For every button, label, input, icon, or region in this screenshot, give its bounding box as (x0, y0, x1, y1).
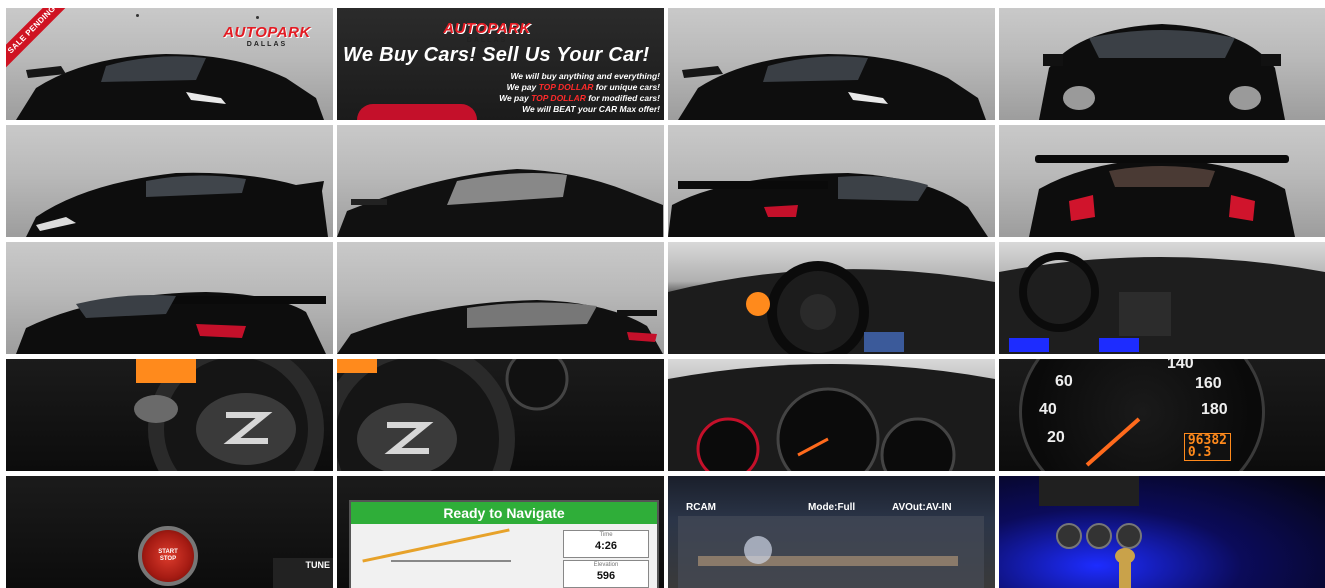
gallery-photo-10[interactable] (337, 242, 664, 354)
steering-wheel-image (337, 359, 569, 471)
gallery-photo-15[interactable] (668, 359, 995, 471)
photo-gallery: SALE PENDING AUTOPARK DALLAS AUTOPARK DA… (6, 8, 1325, 588)
start-stop-button-image: START STOP (138, 526, 198, 586)
nav-time-box: Time 4:26 (563, 530, 649, 558)
gallery-photo-11[interactable] (668, 242, 995, 354)
rear-camera-view-image (678, 516, 984, 588)
needle-icon (1085, 417, 1141, 467)
car-front-image (1039, 24, 1285, 120)
gallery-photo-7[interactable] (668, 125, 995, 237)
gallery-photo-18[interactable]: Ready to Navigate Time 4:26 Elevation 59… (337, 476, 664, 588)
car-rear-quarter-image (16, 292, 326, 354)
dashboard-image (999, 252, 1325, 354)
red-car-image (357, 104, 477, 120)
gallery-photo-17[interactable]: START STOP TUNE (6, 476, 333, 588)
nav-banner: Ready to Navigate (351, 502, 657, 524)
car-side-image (26, 172, 328, 237)
gauge-cluster-image (668, 364, 995, 471)
center-console-image (1039, 476, 1142, 588)
odometer-display: 96382 0.3 (1183, 433, 1231, 461)
ad-copy: We will buy anything and everything! We … (499, 71, 660, 114)
car-rear-quarter-image (668, 173, 988, 237)
car-front-quarter-image (678, 54, 986, 120)
gallery-photo-5[interactable] (6, 125, 333, 237)
car-rear-image (1029, 155, 1295, 237)
gallery-photo-9[interactable] (6, 242, 333, 354)
gallery-photo-4[interactable] (999, 8, 1325, 120)
gallery-photo-6[interactable] (337, 125, 664, 237)
gallery-photo-12[interactable] (999, 242, 1325, 354)
autopark-logo: AUTOPARK DALLAS (223, 24, 311, 48)
gallery-photo-3[interactable] (668, 8, 995, 120)
gallery-photo-20[interactable] (999, 476, 1325, 588)
car-profile-image (337, 300, 663, 354)
gallery-photo-14[interactable] (337, 359, 664, 471)
dashboard-image (668, 261, 995, 354)
gallery-photo-13[interactable] (6, 359, 333, 471)
gallery-photo-2-ad[interactable]: AUTOPARK DALLAS We Buy Cars! Sell Us You… (337, 8, 664, 120)
car-profile-image (337, 169, 663, 237)
ad-headline: We Buy Cars! Sell Us Your Car! (343, 44, 650, 66)
gallery-photo-8[interactable] (999, 125, 1325, 237)
gallery-photo-19[interactable]: RCAM Mode:Full AVOut:AV-IN (668, 476, 995, 588)
steering-wheel-image (134, 359, 324, 471)
gallery-photo-1[interactable]: SALE PENDING AUTOPARK DALLAS (6, 8, 333, 120)
gallery-photo-16[interactable]: 60 40 20 140 160 180 96382 0.3 (999, 359, 1325, 471)
navigation-screen: Ready to Navigate Time 4:26 Elevation 59… (349, 500, 659, 588)
